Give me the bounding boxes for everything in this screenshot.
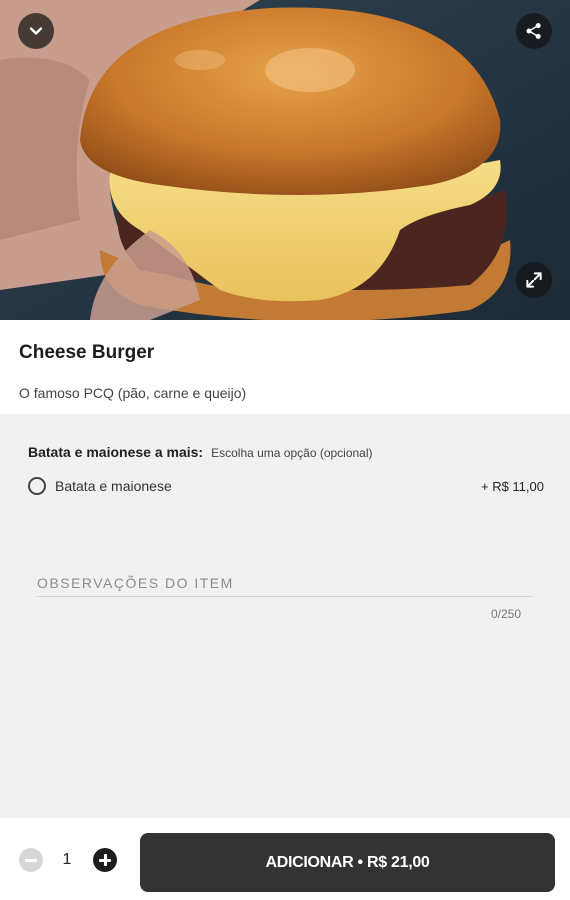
quantity-value: 1 xyxy=(62,851,72,868)
option-price: + R$ 11,00 xyxy=(480,478,544,494)
radio-button[interactable] xyxy=(28,477,46,495)
minus-icon xyxy=(25,858,37,862)
product-info: Cheese Burger O famoso PCQ (pão, carne e… xyxy=(0,320,570,414)
notes-char-counter: 0/250 xyxy=(490,607,521,621)
notes-input[interactable] xyxy=(37,569,533,597)
increase-quantity-button[interactable] xyxy=(93,848,117,872)
share-icon xyxy=(526,23,541,39)
product-image xyxy=(0,0,570,320)
option-item[interactable]: Batata e maionese + R$ 11,00 xyxy=(28,475,544,497)
notes-field-wrapper: 0/250 xyxy=(37,569,533,621)
option-group-header: Batata e maionese a mais: Escolha uma op… xyxy=(28,444,373,460)
product-description: O famoso PCQ (pão, carne e queijo) xyxy=(19,385,247,401)
expand-icon xyxy=(526,272,542,288)
chevron-down-icon xyxy=(29,27,43,35)
collapse-button[interactable] xyxy=(18,13,54,49)
decrease-quantity-button[interactable] xyxy=(19,848,43,872)
option-label: Batata e maionese xyxy=(55,478,172,494)
option-group-subtitle: Escolha uma opção (opcional) xyxy=(211,446,373,460)
expand-image-button[interactable] xyxy=(516,262,552,298)
options-section: Batata e maionese a mais: Escolha uma op… xyxy=(0,414,570,818)
share-button[interactable] xyxy=(516,13,552,49)
option-group-title: Batata e maionese a mais: xyxy=(28,444,204,460)
add-to-cart-button[interactable]: ADICIONAR • R$ 21,00 xyxy=(140,833,555,892)
burger-photo xyxy=(0,0,570,320)
footer-bar: 1 ADICIONAR • R$ 21,00 xyxy=(0,818,570,900)
product-title: Cheese Burger xyxy=(19,342,155,363)
